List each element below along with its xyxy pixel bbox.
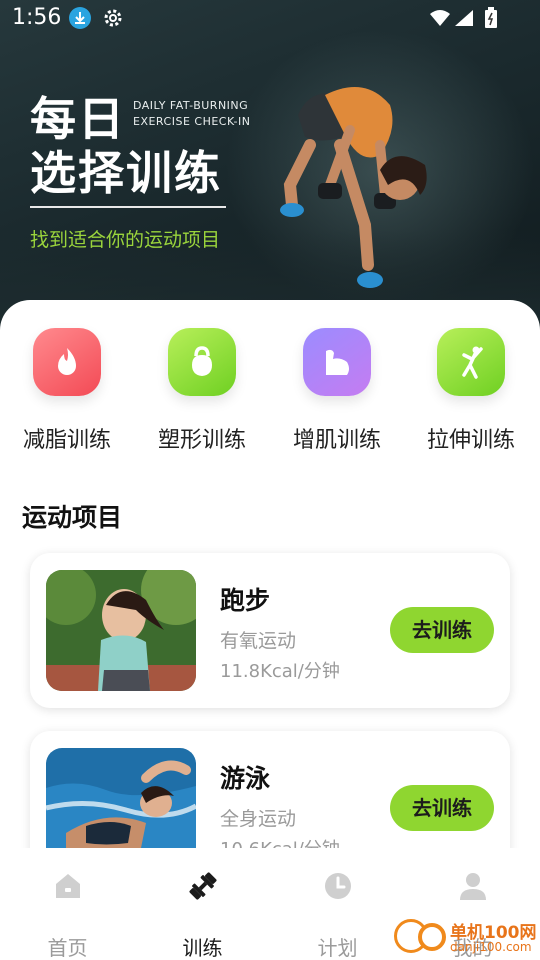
download-icon — [69, 7, 91, 29]
start-training-button[interactable]: 去训练 — [390, 607, 494, 653]
watermark-url: danji100.com — [450, 940, 532, 954]
category-label: 增肌训练 — [292, 428, 381, 453]
kettlebell-icon — [168, 328, 236, 396]
hero-banner: 1:56 每日 选择训练 DAILY FAT-BURNING EXERCISE … — [0, 0, 540, 330]
user-icon — [460, 873, 486, 900]
battery-icon — [485, 7, 497, 28]
hero-divider — [30, 206, 226, 208]
stretch-figure-icon — [437, 328, 505, 396]
nav-label: 首页 — [47, 936, 88, 960]
hero-title-line2: 选择训练 — [30, 146, 222, 200]
hero-english-line2: EXERCISE CHECK-IN — [133, 115, 251, 128]
nav-label: 训练 — [182, 936, 223, 960]
athlete-illustration — [280, 87, 427, 288]
category-row: 减脂训练 塑形训练 增肌训练 拉伸训练 — [0, 300, 540, 470]
swimming-photo — [46, 748, 196, 860]
nav-home[interactable]: 首页 — [0, 870, 135, 960]
nav-training[interactable]: 训练 — [135, 870, 270, 960]
start-training-button[interactable]: 去训练 — [390, 785, 494, 831]
category-label: 减脂训练 — [22, 428, 111, 453]
status-time: 1:56 — [12, 5, 62, 30]
category-label: 拉伸训练 — [426, 428, 515, 453]
category-fat-burning[interactable]: 减脂训练 — [2, 328, 132, 468]
exercise-name: 跑步 — [220, 586, 271, 615]
exercise-card-running[interactable]: 跑步 有氧运动 11.8Kcal/分钟 去训练 — [30, 553, 510, 708]
clock-icon — [325, 873, 351, 899]
signal-icon — [455, 10, 473, 26]
watermark-circle — [418, 923, 446, 951]
section-title: 运动项目 — [22, 503, 123, 532]
exercise-type: 有氧运动 — [220, 630, 297, 652]
hero-english-caption: DAILY FAT-BURNING EXERCISE CHECK-IN — [133, 98, 250, 130]
category-shaping[interactable]: 塑形训练 — [137, 328, 267, 468]
dumbbell-icon — [189, 872, 217, 900]
content-panel: 减脂训练 塑形训练 增肌训练 拉伸训练 运动项目 跑步 有氧运动 11.8Kca… — [0, 300, 540, 860]
exercise-card-swimming[interactable]: 游泳 全身运动 10.6Kcal/分钟 去训练 — [30, 731, 510, 860]
exercise-kcal: 11.8Kcal/分钟 — [220, 661, 340, 682]
hero-english-line1: DAILY FAT-BURNING — [133, 99, 249, 112]
flame-icon — [33, 328, 101, 396]
category-stretching[interactable]: 拉伸训练 — [406, 328, 536, 468]
exercise-type: 全身运动 — [220, 808, 297, 830]
bicep-icon — [303, 328, 371, 396]
wifi-icon — [430, 10, 450, 26]
hero-subtitle: 找到适合你的运动项目 — [30, 229, 221, 251]
category-muscle-gain[interactable]: 增肌训练 — [272, 328, 402, 468]
category-label: 塑形训练 — [157, 428, 246, 453]
home-icon — [56, 874, 80, 898]
running-photo — [46, 570, 196, 691]
status-bar: 1:56 — [0, 0, 540, 36]
gear-icon — [104, 9, 122, 27]
watermark-logo: 单机100网 danji100.com — [392, 915, 540, 960]
nav-plan[interactable]: 计划 — [270, 870, 405, 960]
exercise-name: 游泳 — [220, 764, 271, 793]
nav-label: 计划 — [317, 936, 358, 960]
